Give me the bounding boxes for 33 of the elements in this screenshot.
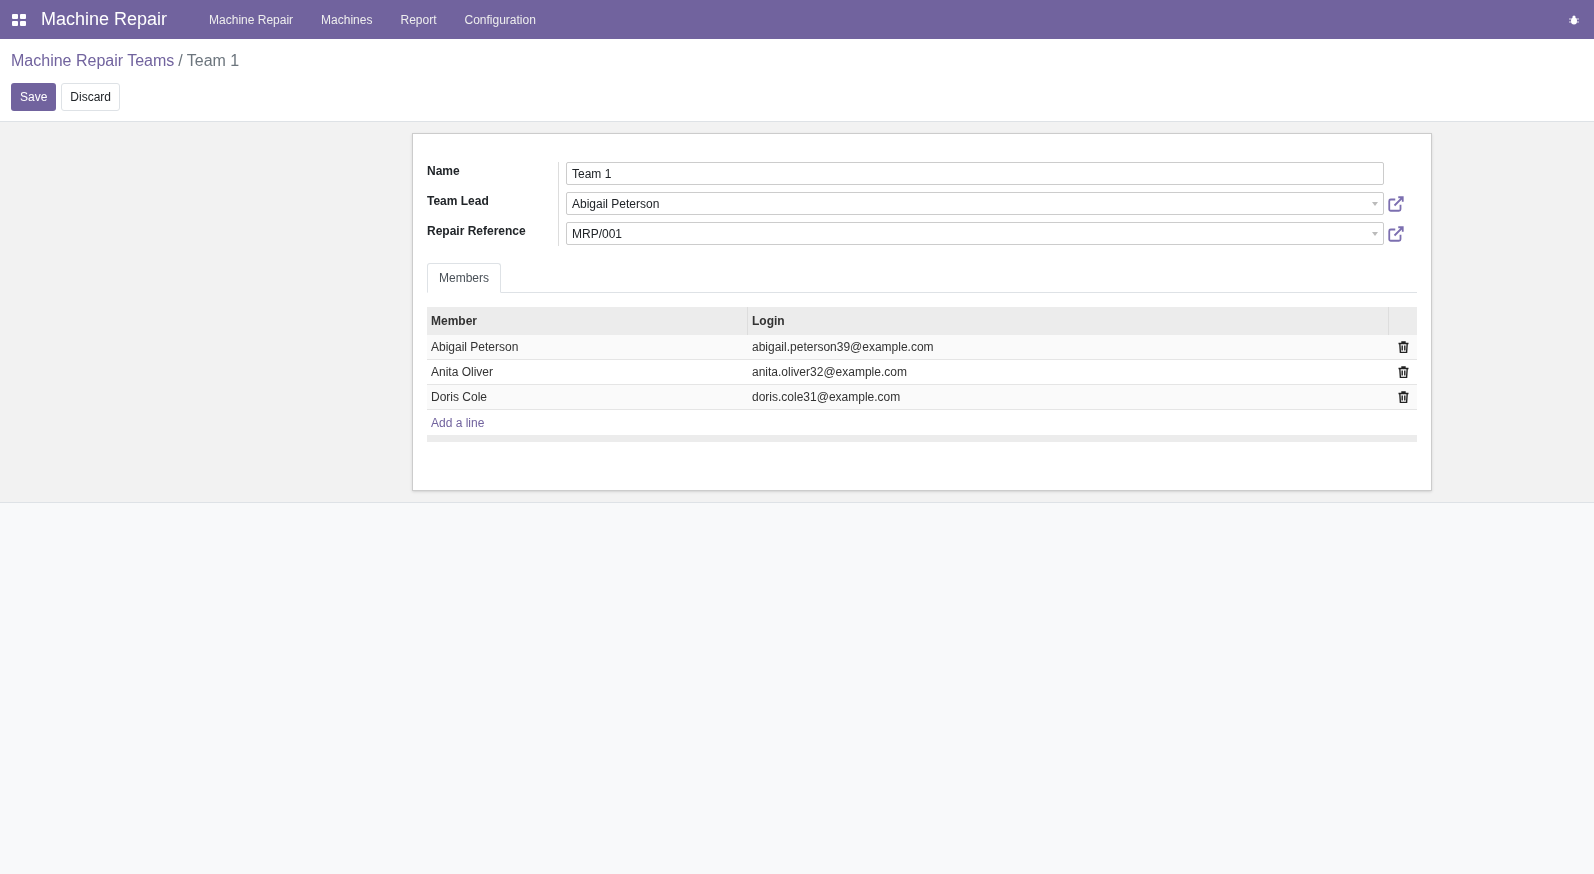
field-label: Repair Reference [427,224,527,238]
save-button[interactable]: Save [11,83,57,111]
table-cell-text: Doris Cole [430,389,488,406]
breadcrumb-current: Team 1 [186,51,240,71]
trash-icon[interactable] [1397,366,1409,378]
table-cell-text: Abigail Peterson [430,339,520,356]
table-cell-text: doris.cole31@example.com [751,389,902,406]
table-cell-text: Anita Oliver [430,364,495,381]
nav-menu-item[interactable]: Configuration [450,10,550,29]
add-line-link[interactable]: Add a line [431,413,485,432]
discard-button[interactable]: Discard [61,83,121,111]
breadcrumb-separator: / [178,51,183,71]
select-field[interactable]: Abigail Peterson [566,192,1384,215]
external-link-icon[interactable] [1387,224,1405,243]
bug-icon[interactable] [1569,14,1579,25]
caret-icon [1372,201,1378,206]
nav-menu-item[interactable]: Report [386,10,451,29]
tab[interactable]: Members [427,263,501,293]
apps-grid-icon[interactable] [12,13,26,26]
app-title[interactable]: Machine Repair [41,6,168,33]
input-field[interactable]: Team 1 [566,162,1384,185]
field-label: Team Lead [427,194,490,208]
table-cell-text: anita.oliver32@example.com [751,364,908,381]
caret-icon [1372,231,1378,236]
nav-menu-item[interactable]: Machines [307,10,387,29]
breadcrumb-link[interactable]: Machine Repair Teams [11,49,175,73]
field-label: Name [427,164,461,178]
trash-icon[interactable] [1397,341,1409,353]
external-link-icon[interactable] [1387,194,1405,213]
trash-icon[interactable] [1397,391,1409,403]
nav-menu-item[interactable]: Machine Repair [195,10,308,29]
select-field[interactable]: MRP/001 [566,222,1384,245]
table-cell-text: abigail.peterson39@example.com [751,339,935,356]
